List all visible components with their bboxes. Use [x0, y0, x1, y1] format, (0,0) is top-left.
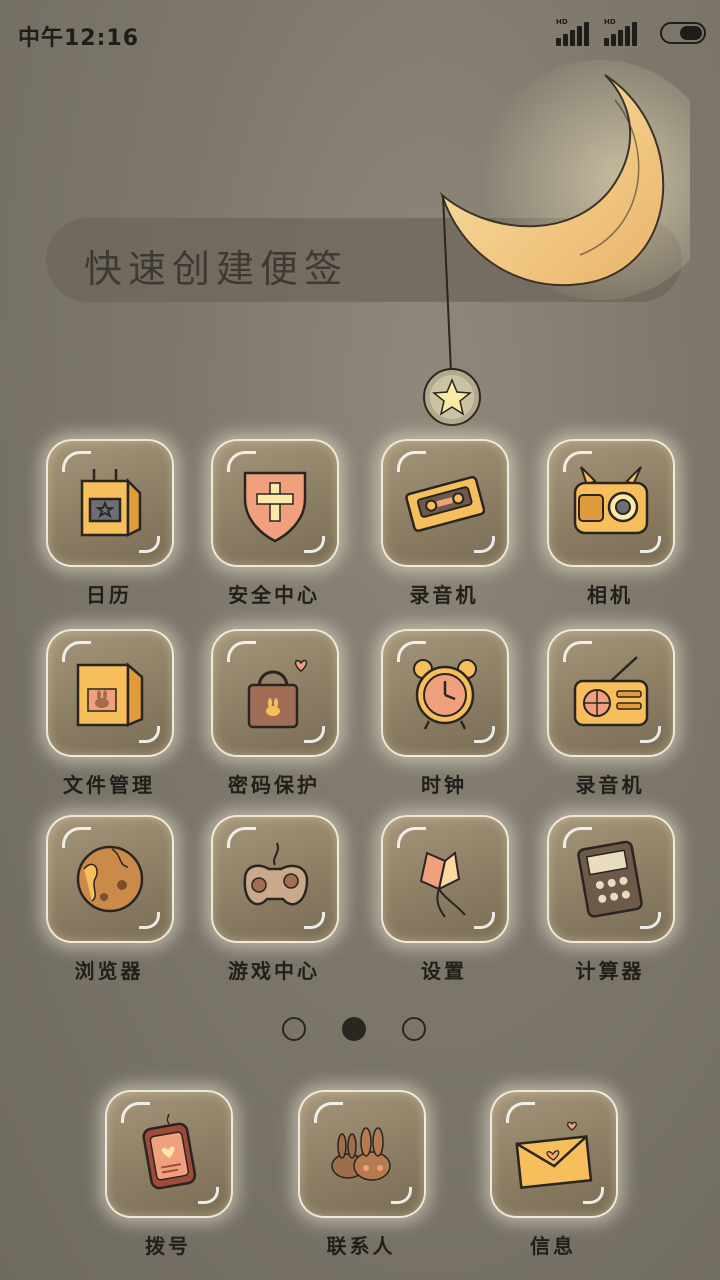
- app-label: 录音机: [575, 773, 645, 797]
- app-security-center[interactable]: 安全中心: [211, 439, 339, 608]
- app-label: 联系人: [326, 1234, 396, 1258]
- app-label: 相机: [587, 583, 633, 607]
- app-label: 日历: [86, 583, 132, 607]
- app-password-protect[interactable]: 密码保护: [211, 629, 339, 798]
- app-label: 安全中心: [228, 583, 320, 607]
- security-center-tile[interactable]: [211, 439, 339, 567]
- dock-contacts[interactable]: 联系人: [298, 1090, 426, 1259]
- browser-tile[interactable]: [46, 815, 174, 943]
- signal-2-icon: HD: [604, 18, 644, 46]
- radio-icon: [573, 656, 649, 727]
- alarm-clock-icon: [413, 659, 477, 730]
- dialer-tile[interactable]: [105, 1090, 233, 1218]
- app-file-manager[interactable]: 文件管理: [46, 629, 174, 798]
- messages-tile[interactable]: [490, 1090, 618, 1218]
- page-dot-active[interactable]: [342, 1017, 366, 1041]
- app-label: 文件管理: [63, 773, 155, 797]
- contacts-tile[interactable]: [298, 1090, 426, 1218]
- signal-2-hd-label: HD: [604, 18, 616, 26]
- app-label: 信息: [530, 1234, 576, 1258]
- game-center-tile[interactable]: [211, 815, 339, 943]
- app-browser[interactable]: 浏览器: [46, 815, 174, 984]
- app-label: 游戏中心: [228, 959, 320, 983]
- quick-note-label: 快速创建便签: [84, 247, 349, 291]
- dock-dialer[interactable]: 拨号: [105, 1090, 233, 1259]
- app-clock[interactable]: 时钟: [381, 629, 509, 798]
- password-protect-tile[interactable]: [211, 629, 339, 757]
- app-label: 计算器: [575, 959, 645, 983]
- page-indicator: [282, 1017, 426, 1041]
- app-settings[interactable]: 设置: [381, 815, 509, 984]
- calendar-bag-icon: [80, 469, 142, 538]
- envelope-icon: [515, 1121, 593, 1189]
- page-dot[interactable]: [282, 1017, 306, 1041]
- signal-1-icon: HD: [556, 18, 596, 46]
- app-camera[interactable]: 相机: [547, 439, 675, 608]
- recorder-tile[interactable]: [381, 439, 509, 567]
- bunnies-icon: [331, 1127, 391, 1181]
- calculator-tile[interactable]: [547, 815, 675, 943]
- clock-tile[interactable]: [381, 629, 509, 757]
- app-label: 时钟: [421, 773, 467, 797]
- file-manager-tile[interactable]: [46, 629, 174, 757]
- app-label: 录音机: [409, 583, 479, 607]
- paper-bag-icon: [76, 662, 144, 727]
- camera-icon: [573, 466, 649, 535]
- radio-tile[interactable]: [547, 629, 675, 757]
- battery-toggle-icon: [660, 22, 706, 44]
- settings-tile[interactable]: [381, 815, 509, 943]
- shield-icon: [243, 471, 307, 543]
- app-recorder[interactable]: 录音机: [381, 439, 509, 608]
- app-game-center[interactable]: 游戏中心: [211, 815, 339, 984]
- gamepad-icon: [243, 842, 309, 906]
- candy-icon: [419, 851, 466, 918]
- page-dot[interactable]: [402, 1017, 426, 1041]
- status-icons: HD HD: [556, 18, 706, 46]
- app-label: 设置: [421, 959, 467, 983]
- app-label: 浏览器: [74, 959, 144, 983]
- app-label: 拨号: [145, 1234, 191, 1258]
- cookie-icon: [76, 845, 144, 913]
- lock-bag-icon: [247, 659, 308, 729]
- signal-1-hd-label: HD: [556, 18, 568, 26]
- dock-messages[interactable]: 信息: [490, 1090, 618, 1259]
- app-recorder-radio[interactable]: 录音机: [547, 629, 675, 798]
- app-calculator[interactable]: 计算器: [547, 815, 675, 984]
- cassette-icon: [405, 475, 485, 532]
- app-label: 密码保护: [228, 773, 320, 797]
- calendar-tile[interactable]: [46, 439, 174, 567]
- phone-icon: [142, 1114, 197, 1190]
- moon-icon: [420, 60, 720, 320]
- status-time: 中午12:16: [18, 26, 140, 51]
- calculator-icon: [577, 840, 643, 918]
- app-calendar[interactable]: 日历: [46, 439, 174, 608]
- camera-tile[interactable]: [547, 439, 675, 567]
